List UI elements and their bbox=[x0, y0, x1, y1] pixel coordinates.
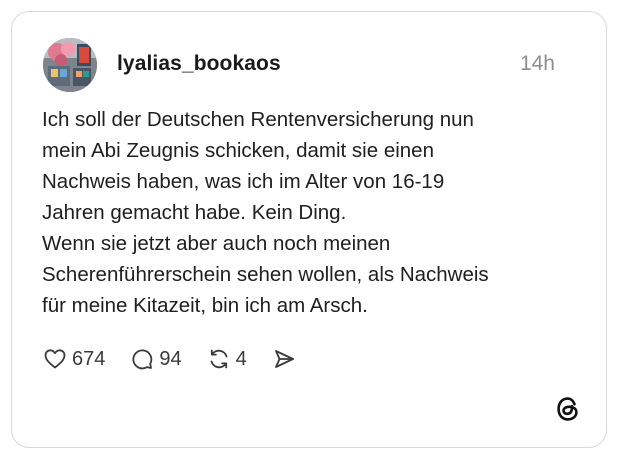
username[interactable]: lyalias_bookaos bbox=[117, 52, 281, 76]
like-count: 674 bbox=[72, 347, 106, 370]
share-icon bbox=[271, 346, 297, 372]
comment-icon bbox=[129, 346, 155, 372]
post-card: lyalias_bookaos 14h Ich soll der Deutsch… bbox=[11, 11, 607, 448]
repost-button[interactable]: 4 bbox=[206, 346, 247, 372]
timestamp: 14h bbox=[519, 52, 555, 75]
comment-button[interactable]: 94 bbox=[129, 346, 182, 372]
repost-icon bbox=[206, 346, 232, 372]
heart-icon bbox=[42, 346, 68, 372]
comment-count: 94 bbox=[159, 347, 182, 370]
post-text-line: Wenn sie jetzt aber auch noch meinen bbox=[42, 232, 391, 255]
repost-count: 4 bbox=[235, 347, 247, 370]
action-bar: 674 94 4 bbox=[42, 343, 321, 375]
post-text-line: Nachweis haben, was ich im Alter von 16-… bbox=[42, 170, 445, 193]
post-text-line: Scherenführerschein sehen wollen, als Na… bbox=[42, 263, 489, 286]
post-text-line: Jahren gemacht habe. Kein Ding. bbox=[42, 201, 347, 224]
post-text-line: für meine Kitazeit, bin ich am Arsch. bbox=[42, 294, 368, 317]
post-text-line: mein Abi Zeugnis schicken, damit sie ein… bbox=[42, 139, 434, 162]
post-text-line: Ich soll der Deutschen Rentenversicherun… bbox=[42, 108, 474, 131]
avatar[interactable] bbox=[43, 38, 97, 92]
like-button[interactable]: 674 bbox=[42, 346, 105, 372]
share-button[interactable] bbox=[271, 346, 297, 372]
post-text: Ich soll der Deutschen Rentenversicherun… bbox=[42, 104, 582, 321]
threads-logo-icon bbox=[554, 395, 582, 423]
